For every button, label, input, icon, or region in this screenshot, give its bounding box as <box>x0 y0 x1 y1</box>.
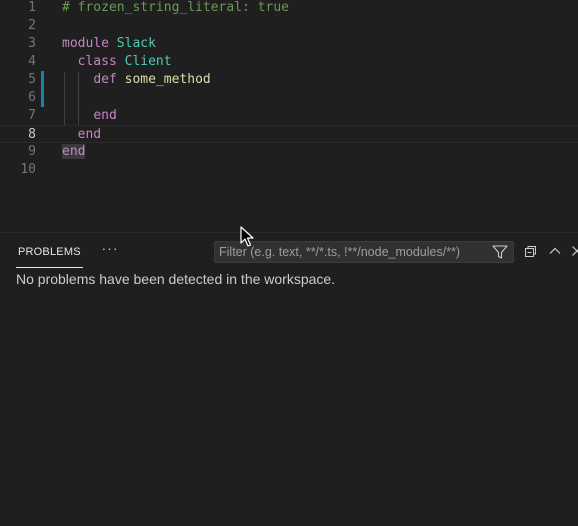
code-text: module Slack <box>62 35 156 53</box>
code-text: end <box>62 107 117 125</box>
code-token: class <box>77 54 117 69</box>
line-number: 3 <box>28 36 36 51</box>
code-editor[interactable]: 1 # frozen_string_literal: true 2 3 module S… <box>0 0 578 232</box>
code-line[interactable]: 9 end <box>0 143 578 161</box>
close-panel-icon[interactable] <box>569 243 578 259</box>
code-text: # frozen_string_literal: true <box>62 0 289 17</box>
code-token: module <box>62 36 109 51</box>
filter-input[interactable] <box>215 242 487 262</box>
code-text: end <box>62 143 86 161</box>
line-number: 2 <box>28 18 36 33</box>
code-token: Slack <box>116 36 156 51</box>
line-number: 9 <box>28 144 36 159</box>
panel-header: PROBLEMS ··· <box>0 233 578 269</box>
code-line[interactable]: 7 end <box>0 107 578 125</box>
tab-problems[interactable]: PROBLEMS <box>16 233 83 268</box>
line-number: 5 <box>28 72 36 87</box>
line-number: 4 <box>28 54 36 69</box>
code-line[interactable]: 1 # frozen_string_literal: true <box>0 0 578 17</box>
code-line[interactable]: 3 module Slack <box>0 35 578 53</box>
maximize-panel-icon[interactable] <box>547 243 563 259</box>
code-token: # frozen_string_literal: true <box>62 0 289 15</box>
code-text: def some_method <box>62 71 211 89</box>
line-number: 6 <box>28 90 36 105</box>
modified-line-marker[interactable] <box>41 89 44 107</box>
problems-filter <box>214 241 514 263</box>
no-problems-message: No problems have been detected in the wo… <box>16 271 336 287</box>
more-actions-button[interactable]: ··· <box>100 241 120 259</box>
code-token: Client <box>124 54 172 69</box>
filter-icon[interactable] <box>492 245 508 259</box>
vscode-window: 1 # frozen_string_literal: true 2 3 module S… <box>0 0 578 526</box>
modified-line-marker[interactable] <box>41 71 44 89</box>
line-number: 8 <box>28 127 36 142</box>
code-token: end <box>93 108 117 123</box>
code-token: end <box>77 127 102 142</box>
code-line[interactable]: 6 <box>0 89 578 107</box>
code-text: end <box>62 126 101 144</box>
code-line[interactable]: 4 class Client <box>0 53 578 71</box>
collapse-all-icon[interactable] <box>522 243 538 259</box>
code-token: some_method <box>124 72 211 87</box>
code-token: end <box>62 144 86 159</box>
bottom-panel: PROBLEMS ··· No problems have been detec… <box>0 232 578 526</box>
code-line[interactable]: 2 <box>0 17 578 35</box>
code-line[interactable]: 5 def some_method <box>0 71 578 89</box>
code-text: class Client <box>62 53 172 71</box>
code-line[interactable]: 10 <box>0 161 578 179</box>
line-number: 7 <box>28 108 36 123</box>
line-number: 10 <box>20 162 36 177</box>
line-number: 1 <box>28 0 36 15</box>
code-token: def <box>93 72 117 87</box>
code-line[interactable]: 8 end <box>0 125 578 143</box>
